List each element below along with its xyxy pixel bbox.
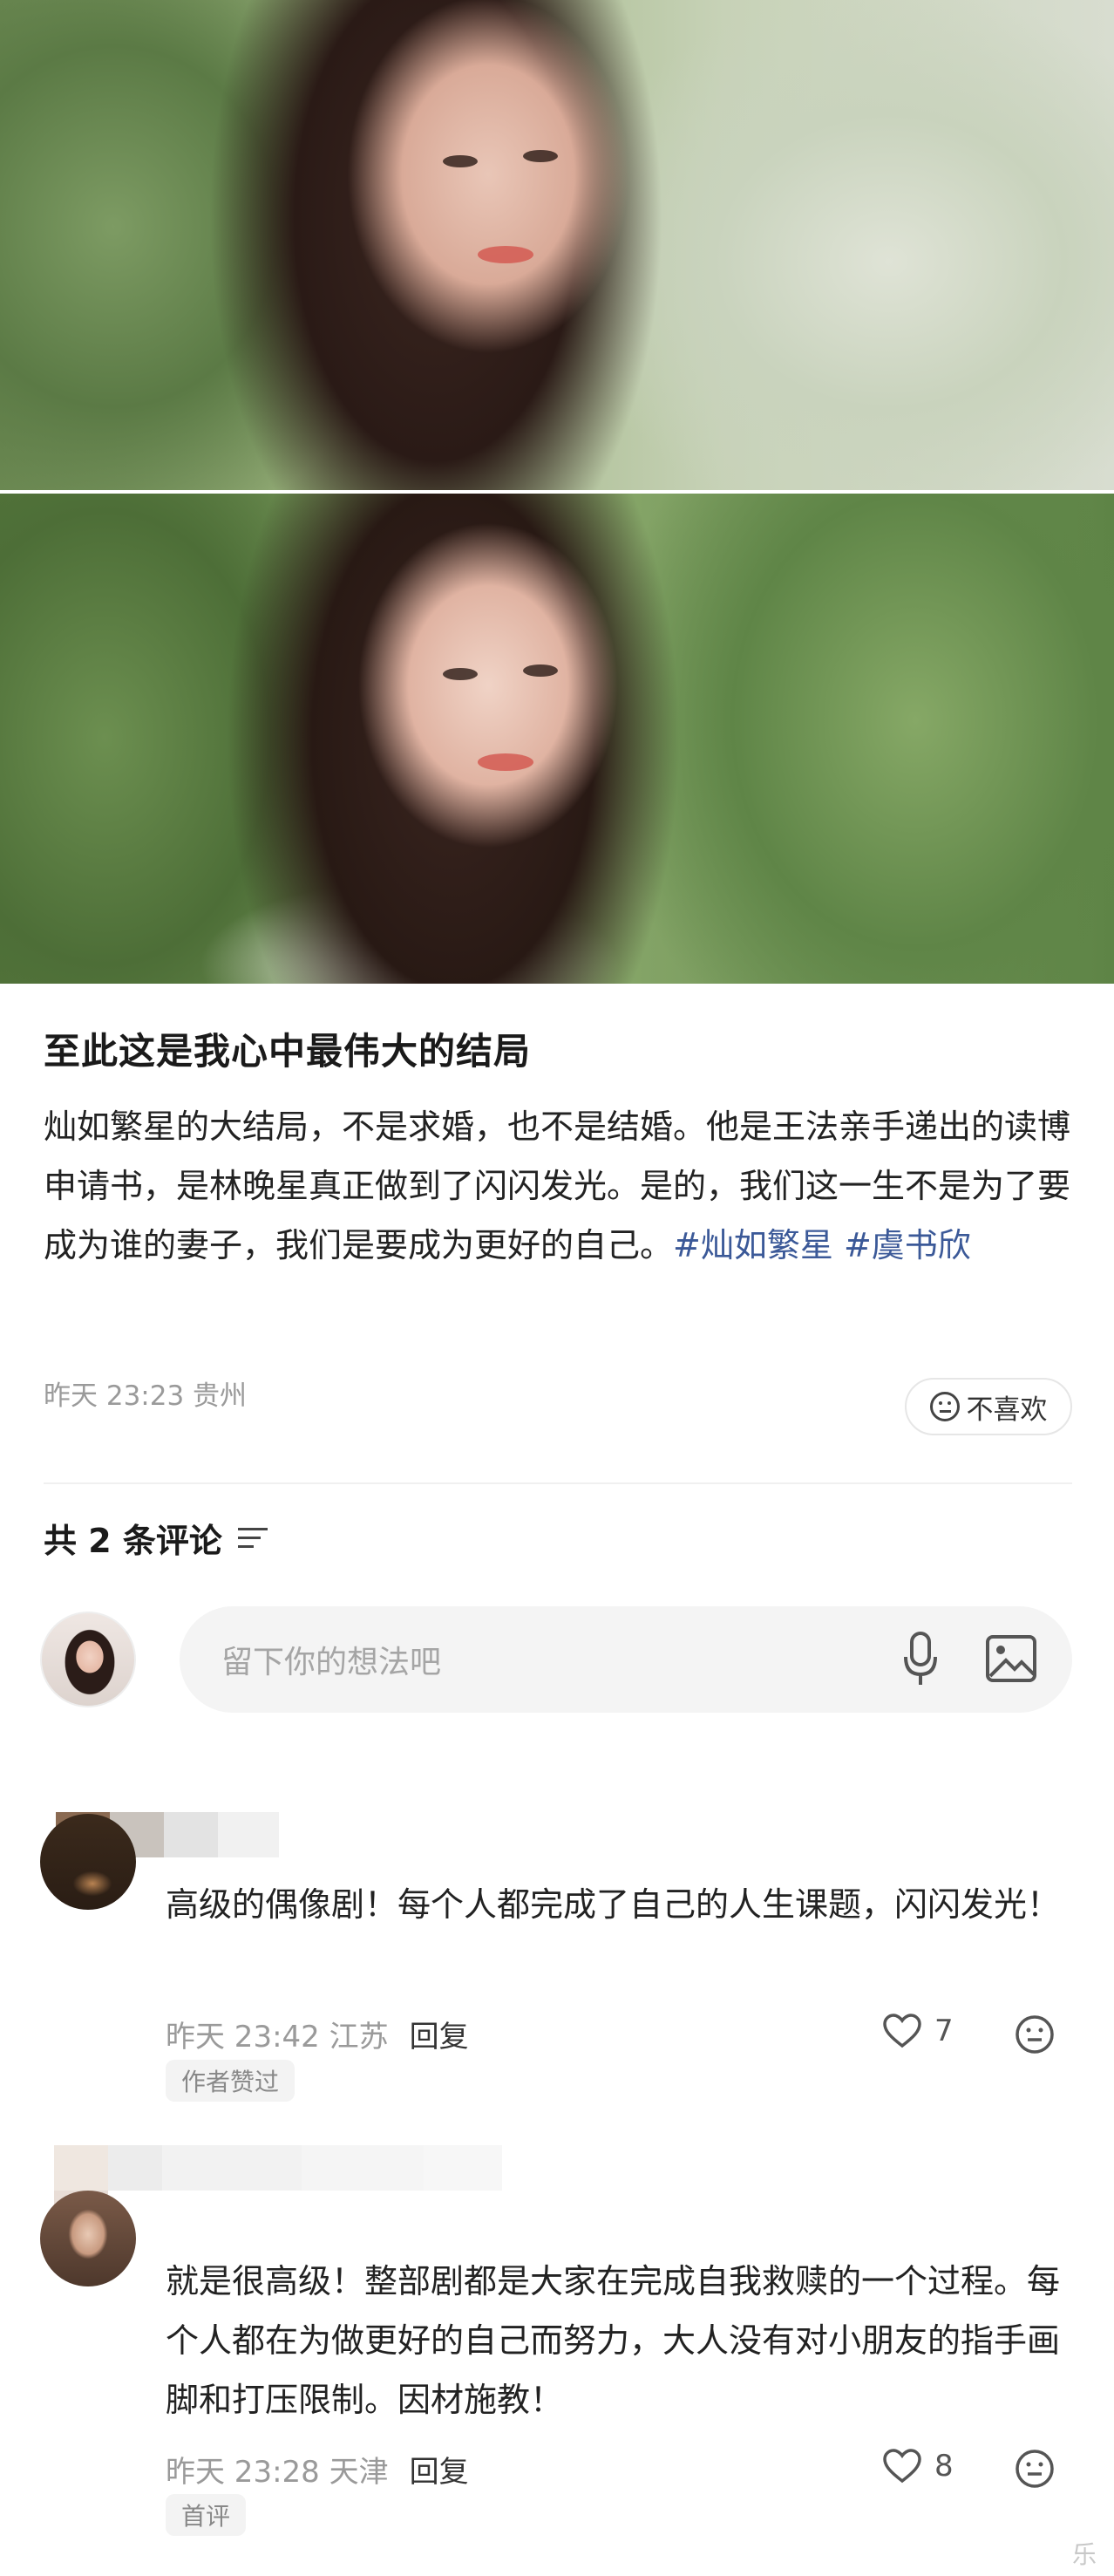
neutral-face-icon[interactable] (1015, 2014, 1055, 2055)
author-liked-badge: 作者赞过 (166, 2060, 295, 2102)
image-upload-icon[interactable] (985, 1634, 1037, 1683)
reply-button[interactable]: 回复 (410, 2448, 469, 2491)
divider (44, 1482, 1072, 1484)
heart-icon (883, 2449, 921, 2484)
neutral-face-icon (929, 1392, 960, 1421)
post-page: 至此这是我心中最伟大的结局 灿如繁星的大结局，不是求婚，也不是结婚。他是王法亲手… (0, 0, 1114, 2576)
current-user-avatar[interactable] (40, 1612, 136, 1707)
blurred-username (54, 2145, 502, 2191)
comment-text: 高级的偶像剧！每个人都完成了自己的人生课题，闪闪发光！ (166, 1885, 1061, 1924)
post-body: 灿如繁星的大结局，不是求婚，也不是结婚。他是王法亲手递出的读博申请书，是林晚星真… (44, 1097, 1072, 1275)
dislike-label: 不喜欢 (966, 1394, 1048, 1426)
like-count: 7 (934, 2014, 954, 2048)
post-title: 至此这是我心中最伟大的结局 (44, 1030, 532, 1073)
comment-time: 昨天 23:42 江苏 (166, 2020, 389, 2055)
comment-meta: 昨天 23:28 天津 回复 (166, 2448, 469, 2491)
neutral-face-icon[interactable] (1015, 2449, 1055, 2489)
first-comment-badge: 首评 (166, 2494, 247, 2536)
photo-detail (523, 664, 558, 677)
like-button[interactable]: 7 (882, 2013, 954, 2049)
hashtag-link[interactable]: #灿如繁星 (673, 1226, 833, 1264)
reply-button[interactable]: 回复 (410, 2013, 469, 2055)
like-count: 8 (934, 2449, 954, 2484)
microphone-icon[interactable] (903, 1631, 938, 1687)
commenter-avatar[interactable] (40, 1814, 136, 1910)
sort-filter-icon[interactable] (237, 1527, 268, 1549)
commenter-avatar[interactable] (40, 2191, 136, 2286)
comments-header: 共 2 条评论 (44, 1514, 268, 1562)
post-photo-1[interactable] (0, 0, 1114, 490)
comment-meta: 昨天 23:42 江苏 回复 (166, 2013, 469, 2055)
comments-count: 共 2 条评论 (44, 1522, 222, 1560)
photo-detail (443, 155, 478, 167)
post-meta: 昨天 23:23 贵州 (44, 1380, 248, 1412)
dislike-button[interactable]: 不喜欢 (905, 1378, 1072, 1435)
photo-detail (478, 246, 533, 263)
comment-text: 就是很高级！整部剧都是大家在完成自我救赎的一个过程。每个人都在为做更好的自己而努… (166, 2262, 1061, 2419)
photo-detail (523, 150, 558, 162)
comment-time: 昨天 23:28 天津 (166, 2455, 389, 2490)
post-photo-2[interactable] (0, 494, 1114, 984)
photo-detail (443, 668, 478, 680)
comment-input[interactable]: 留下你的想法吧 (180, 1606, 1072, 1713)
hashtag-link[interactable]: #虞书欣 (844, 1226, 971, 1264)
heart-icon (883, 2014, 921, 2048)
photo-detail (478, 753, 533, 771)
comment-input-placeholder: 留下你的想法吧 (221, 1645, 442, 1680)
watermark-text: 乐 (1072, 2540, 1097, 2569)
like-button[interactable]: 8 (882, 2448, 954, 2484)
